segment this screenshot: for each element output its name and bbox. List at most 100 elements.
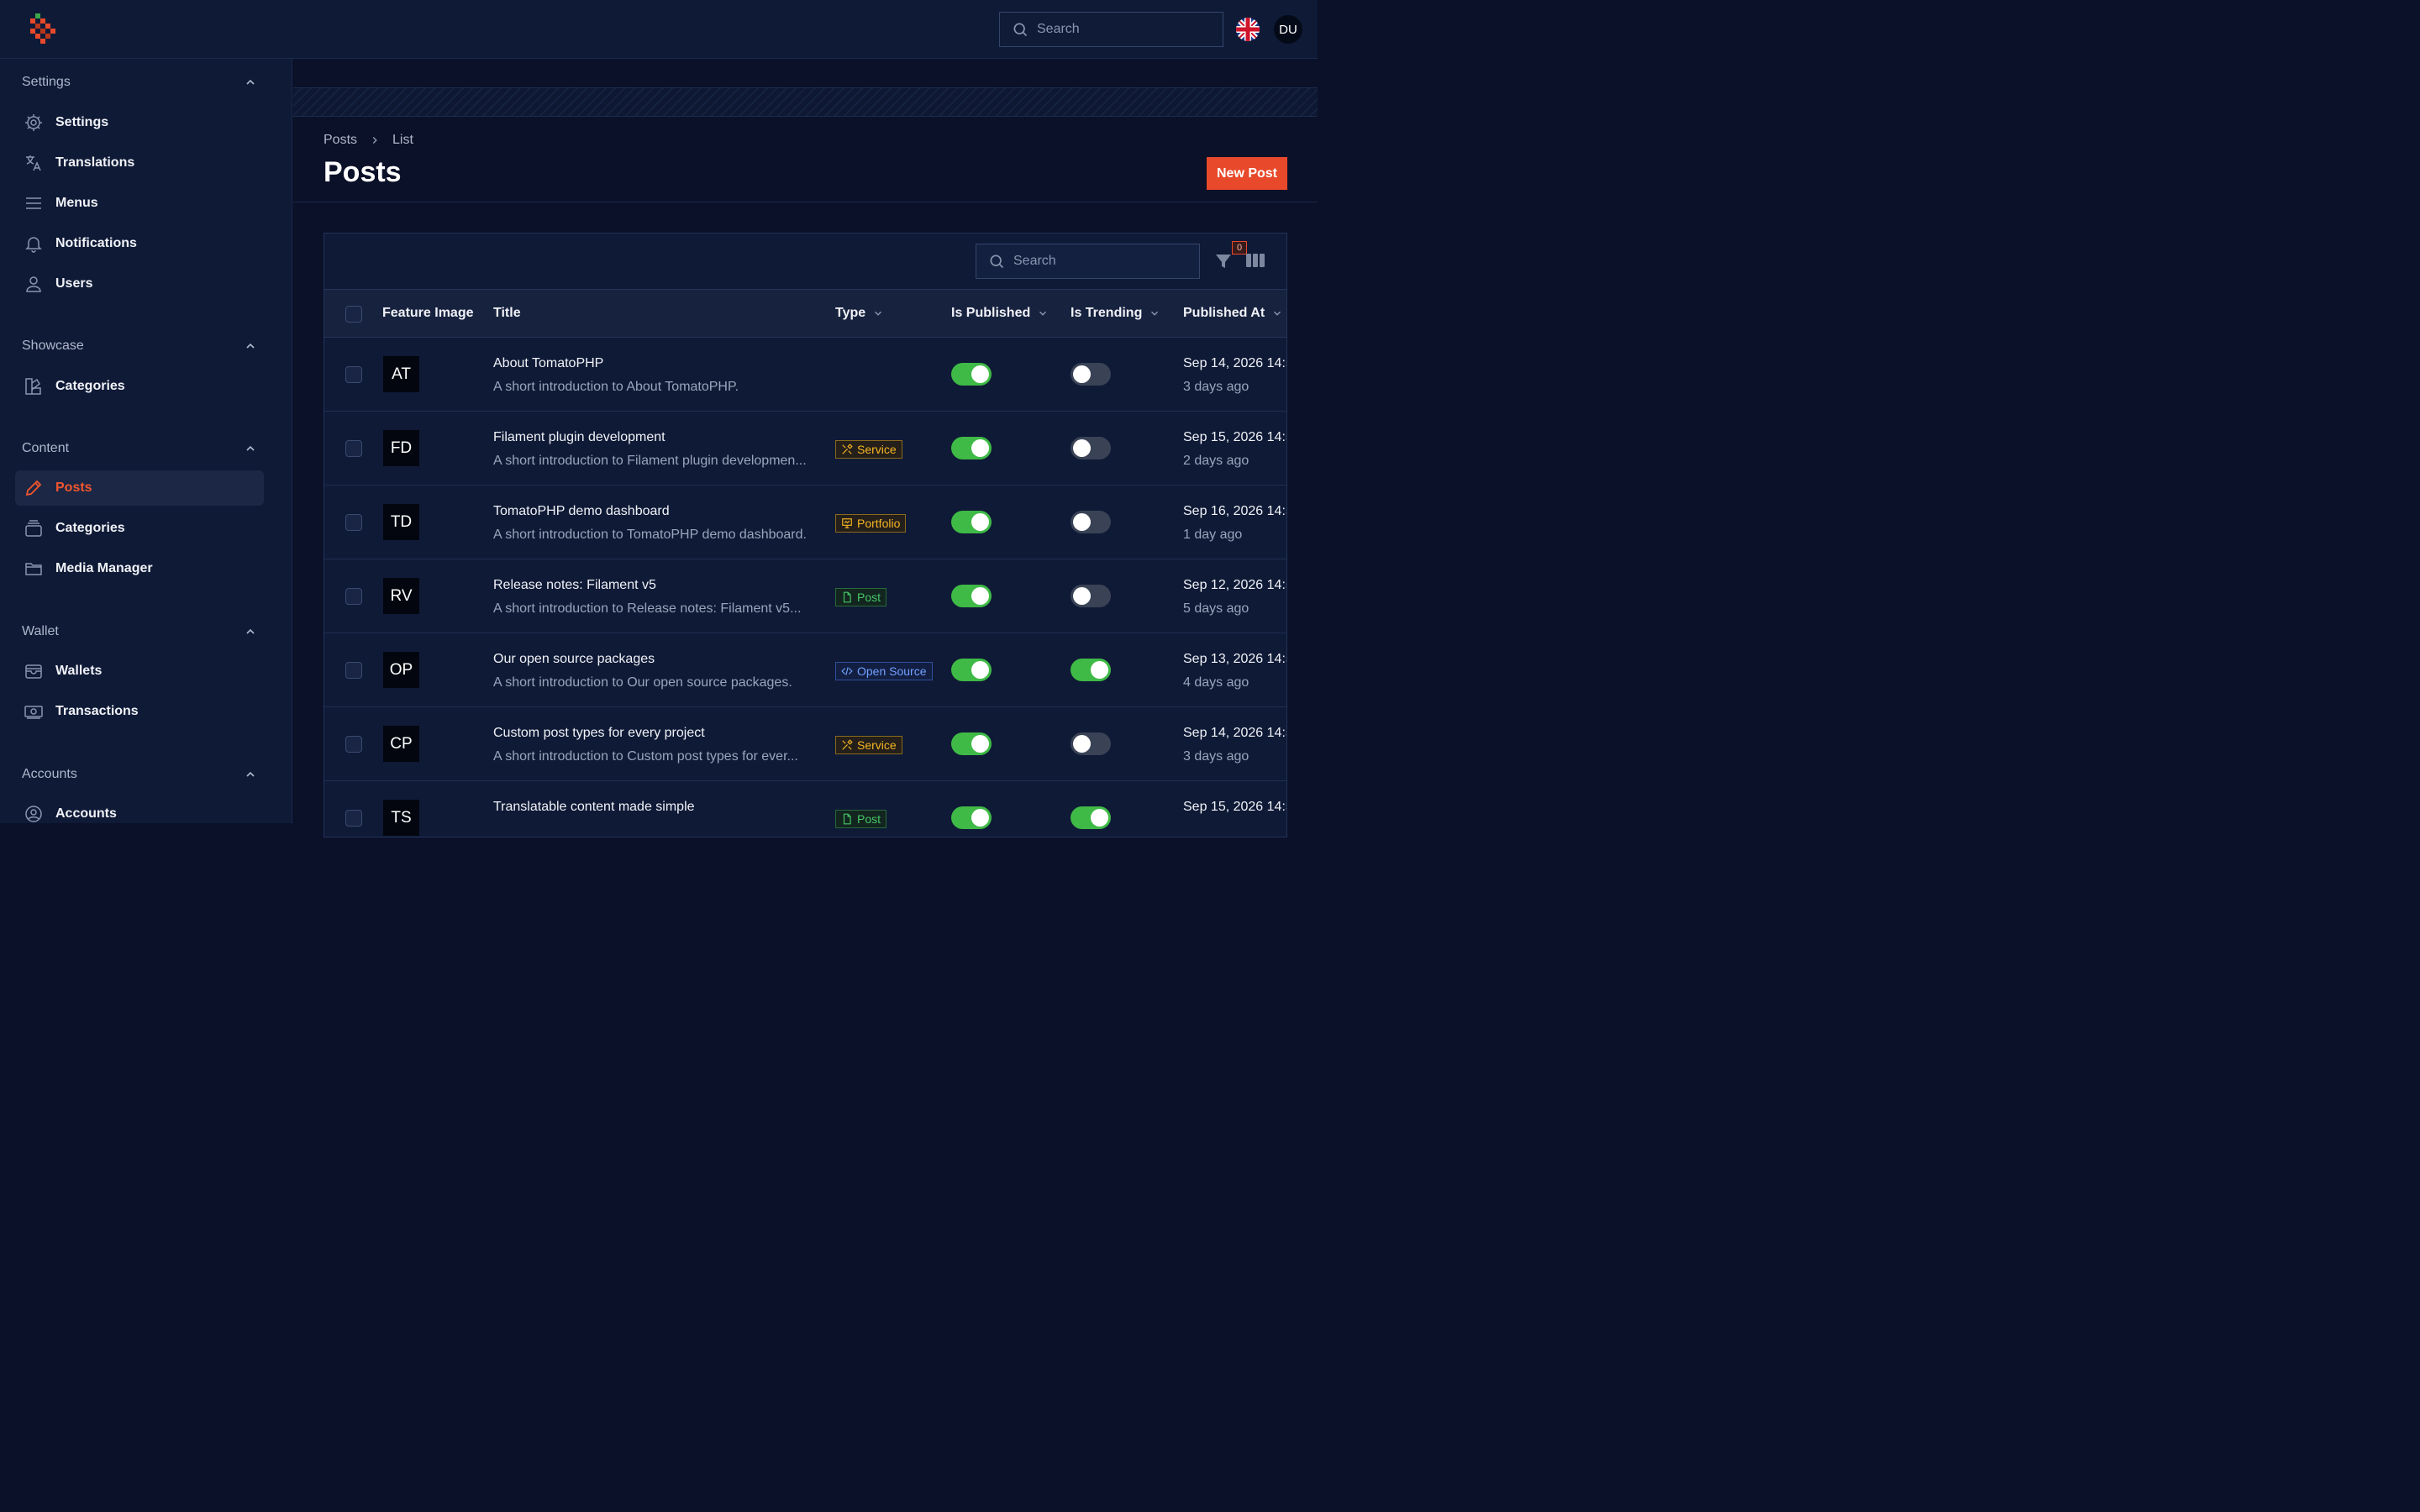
columns-icon[interactable]: [1246, 252, 1265, 269]
table-search-input[interactable]: Search: [976, 244, 1200, 279]
type-badge-label: Open Source: [857, 664, 927, 678]
row-checkbox[interactable]: [345, 810, 362, 827]
chevron-up-icon[interactable]: [244, 768, 257, 781]
nav-group-settings[interactable]: Settings: [22, 72, 257, 92]
pencil-icon: [25, 480, 42, 496]
nav-group-content[interactable]: Content: [22, 438, 257, 459]
new-post-button[interactable]: New Post: [1207, 157, 1287, 190]
sidebar-item-wallets[interactable]: Wallets: [15, 654, 264, 689]
column-header-label: Published At: [1183, 306, 1265, 320]
is-published-toggle[interactable]: [951, 363, 992, 386]
row-checkbox[interactable]: [345, 366, 362, 383]
is-published-toggle[interactable]: [951, 732, 992, 755]
post-title[interactable]: TomatoPHP demo dashboard: [493, 504, 670, 519]
is-trending-toggle[interactable]: [1071, 511, 1111, 533]
table-row[interactable]: OP Our open source packages A short introd…: [324, 633, 1286, 707]
chevron-down-icon[interactable]: [1037, 307, 1049, 319]
filter-icon[interactable]: [1213, 250, 1234, 272]
chevron-up-icon[interactable]: [244, 76, 257, 89]
chevron-down-icon[interactable]: [1149, 307, 1160, 319]
nav-group-accounts[interactable]: Accounts: [22, 764, 257, 785]
type-badge-label: Post: [857, 812, 881, 826]
column-header-published-at[interactable]: Published At: [1183, 306, 1283, 321]
chevron-up-icon[interactable]: [244, 625, 257, 638]
table-row[interactable]: TD TomatoPHP demo dashboard A short introd…: [324, 486, 1287, 559]
is-published-toggle[interactable]: [951, 659, 992, 681]
row-checkbox[interactable]: [345, 662, 362, 679]
published-at-date: Sep 16, 2026 14:5: [1183, 504, 1287, 518]
table-row[interactable]: AT About TomatoPHP A short introduction to…: [324, 338, 1286, 412]
table-row[interactable]: TS Translatable content made simple Post Se…: [324, 781, 1286, 837]
row-checkbox[interactable]: [345, 440, 362, 457]
type-badge-label: Post: [857, 591, 881, 604]
is-trending-toggle[interactable]: [1071, 659, 1111, 681]
posts-table: Search 0 Feature Image Title Type Is Pub…: [324, 233, 1287, 837]
column-header-type[interactable]: Type: [835, 306, 884, 321]
global-search-input[interactable]: Search: [999, 12, 1223, 47]
row-checkbox[interactable]: [345, 736, 362, 753]
sidebar-item-settings[interactable]: Settings: [15, 105, 264, 140]
sidebar-item-accounts[interactable]: Accounts: [15, 796, 264, 823]
table-search-placeholder: Search: [1013, 254, 1056, 268]
type-badge-label: Portfolio: [857, 517, 901, 530]
sidebar-item-label: Categories: [55, 379, 125, 393]
sidebar-item-transactions[interactable]: Transactions: [15, 694, 264, 729]
post-title[interactable]: Our open source packages: [493, 652, 655, 667]
nav-group-wallet[interactable]: Wallet: [22, 622, 257, 642]
user-avatar[interactable]: DU: [1274, 15, 1302, 44]
wallet-icon: [25, 664, 42, 679]
toggle-knob: [971, 809, 989, 827]
row-checkbox[interactable]: [345, 588, 362, 605]
feature-image-thumbnail: TD: [383, 504, 419, 540]
code-icon: [841, 667, 853, 675]
is-published-toggle[interactable]: [951, 806, 992, 829]
sidebar-item-users[interactable]: Users: [15, 266, 264, 302]
nav-group-label: Wallet: [22, 624, 59, 638]
sidebar-item-menus[interactable]: Menus: [15, 186, 264, 221]
sidebar-item-content-categories[interactable]: Categories: [15, 511, 264, 546]
sidebar-item-media-manager[interactable]: Media Manager: [15, 551, 264, 586]
chevron-right-icon: [372, 136, 377, 144]
sidebar-item-showcase-categories[interactable]: Categories: [15, 369, 264, 404]
breadcrumb-posts[interactable]: Posts: [324, 133, 357, 148]
feature-image-thumbnail: RV: [383, 578, 419, 614]
post-description: A short introduction to About TomatoPHP.: [493, 380, 739, 394]
select-all-checkbox[interactable]: [345, 306, 362, 323]
is-trending-toggle[interactable]: [1071, 437, 1111, 459]
post-title[interactable]: About TomatoPHP: [493, 356, 603, 371]
sidebar-item-notifications[interactable]: Notifications: [15, 226, 264, 261]
is-published-toggle[interactable]: [951, 511, 992, 533]
nav-group-showcase[interactable]: Showcase: [22, 336, 257, 356]
type-badge: Post: [835, 588, 887, 606]
uk-flag-icon[interactable]: [1236, 18, 1260, 41]
user-circle-icon: [25, 806, 42, 822]
is-published-toggle[interactable]: [951, 585, 992, 607]
post-title[interactable]: Release notes: Filament v5: [493, 578, 656, 593]
column-header-is-published[interactable]: Is Published: [951, 306, 1049, 321]
is-trending-toggle[interactable]: [1071, 806, 1111, 829]
chevron-down-icon[interactable]: [1271, 307, 1283, 319]
chevron-up-icon[interactable]: [244, 442, 257, 455]
toggle-knob: [1091, 661, 1108, 679]
table-row[interactable]: FD Filament plugin development A short int…: [324, 412, 1287, 486]
chevron-up-icon[interactable]: [244, 339, 257, 353]
sidebar-item-translations[interactable]: Translations: [15, 145, 264, 181]
post-title[interactable]: Translatable content made simple: [493, 800, 695, 815]
post-title[interactable]: Custom post types for every project: [493, 726, 705, 741]
is-trending-toggle[interactable]: [1071, 585, 1111, 607]
column-header-is-trending[interactable]: Is Trending: [1071, 306, 1160, 321]
row-checkbox[interactable]: [345, 514, 362, 531]
is-published-toggle[interactable]: [951, 437, 992, 459]
menu-icon: [26, 197, 41, 209]
chevron-down-icon[interactable]: [872, 307, 884, 319]
table-row[interactable]: CP Custom post types for every project A s…: [324, 707, 1286, 781]
is-trending-toggle[interactable]: [1071, 732, 1111, 755]
table-row[interactable]: RV Release notes: Filament v5 A short intr…: [324, 559, 1286, 633]
post-description: A short introduction to TomatoPHP demo d…: [493, 528, 807, 542]
post-title[interactable]: Filament plugin development: [493, 430, 666, 445]
logo-icon[interactable]: [30, 13, 57, 45]
is-trending-toggle[interactable]: [1071, 363, 1111, 386]
sidebar-item-posts[interactable]: Posts: [15, 470, 264, 506]
published-at-date: Sep 15, 2026 14:5: [1183, 430, 1287, 444]
top-bar: Search DU: [0, 0, 1318, 59]
